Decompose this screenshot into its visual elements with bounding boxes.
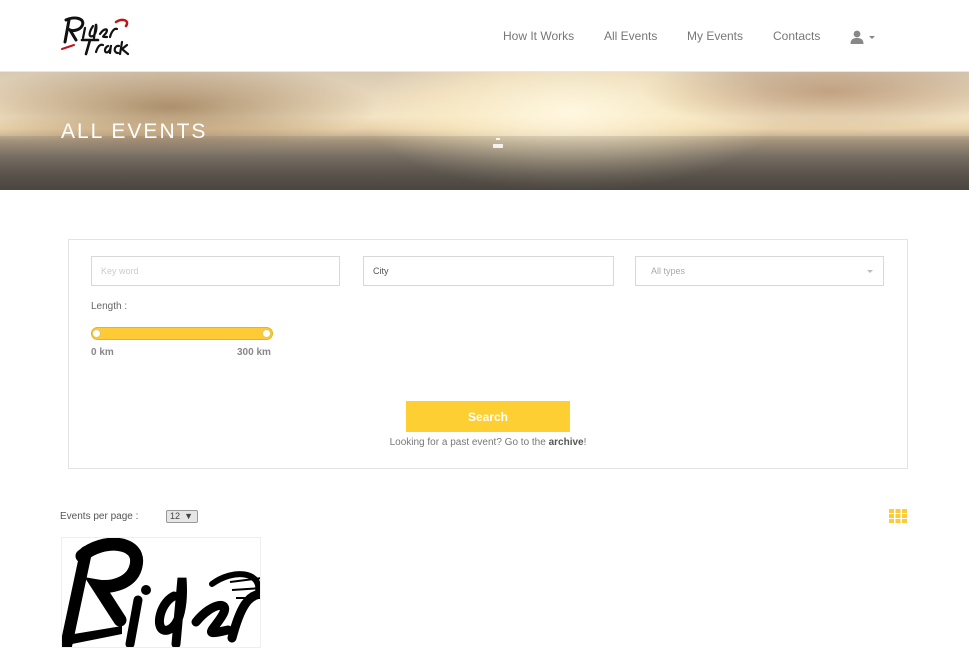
nav-contacts[interactable]: Contacts — [773, 29, 820, 43]
length-label: Length : — [91, 301, 128, 312]
nav-my-events[interactable]: My Events — [687, 29, 743, 43]
top-navbar: How It Works All Events My Events Contac… — [0, 0, 969, 72]
road-marking — [493, 144, 503, 148]
chevron-down-icon — [867, 270, 873, 273]
hero-road — [0, 136, 969, 190]
select-arrow-icon: ▼ — [184, 511, 193, 521]
rider-track-logo[interactable] — [60, 14, 134, 58]
slider-min-handle[interactable] — [92, 329, 101, 338]
user-menu-dropdown[interactable] — [850, 28, 876, 46]
road-marking — [496, 138, 500, 140]
city-input[interactable]: City — [363, 256, 614, 286]
nav-how-it-works[interactable]: How It Works — [503, 29, 574, 43]
event-card[interactable] — [61, 537, 261, 648]
search-panel: Key word City All types Length : 0 km 30… — [68, 239, 908, 469]
hero-banner: ALL EVENTS — [0, 72, 969, 190]
archive-hint-suffix: ! — [583, 437, 587, 448]
user-icon — [850, 30, 864, 44]
length-min-value: 0 km — [91, 347, 114, 358]
caret-down-icon — [869, 36, 875, 39]
event-card-logo-image — [62, 538, 260, 647]
archive-hint-prefix: Looking for a past event? Go to the — [389, 437, 549, 448]
events-per-page-select[interactable]: 12 ▼ — [166, 510, 198, 523]
archive-hint: Looking for a past event? Go to the arch… — [69, 437, 907, 448]
events-per-page-value: 12 — [170, 511, 181, 521]
event-type-select[interactable]: All types — [635, 256, 884, 286]
archive-link[interactable]: archive — [549, 437, 584, 448]
keyword-input[interactable]: Key word — [91, 256, 340, 286]
search-button[interactable]: Search — [406, 401, 570, 432]
nav-all-events[interactable]: All Events — [604, 29, 657, 43]
grid-view-icon[interactable] — [889, 509, 907, 523]
slider-track[interactable] — [91, 327, 273, 340]
event-type-select-value: All types — [651, 266, 686, 276]
length-max-value: 300 km — [237, 347, 271, 358]
page-title: ALL EVENTS — [61, 120, 208, 143]
length-range-slider[interactable] — [91, 327, 273, 340]
events-per-page-label: Events per page : — [60, 511, 139, 522]
slider-max-handle[interactable] — [262, 329, 271, 338]
